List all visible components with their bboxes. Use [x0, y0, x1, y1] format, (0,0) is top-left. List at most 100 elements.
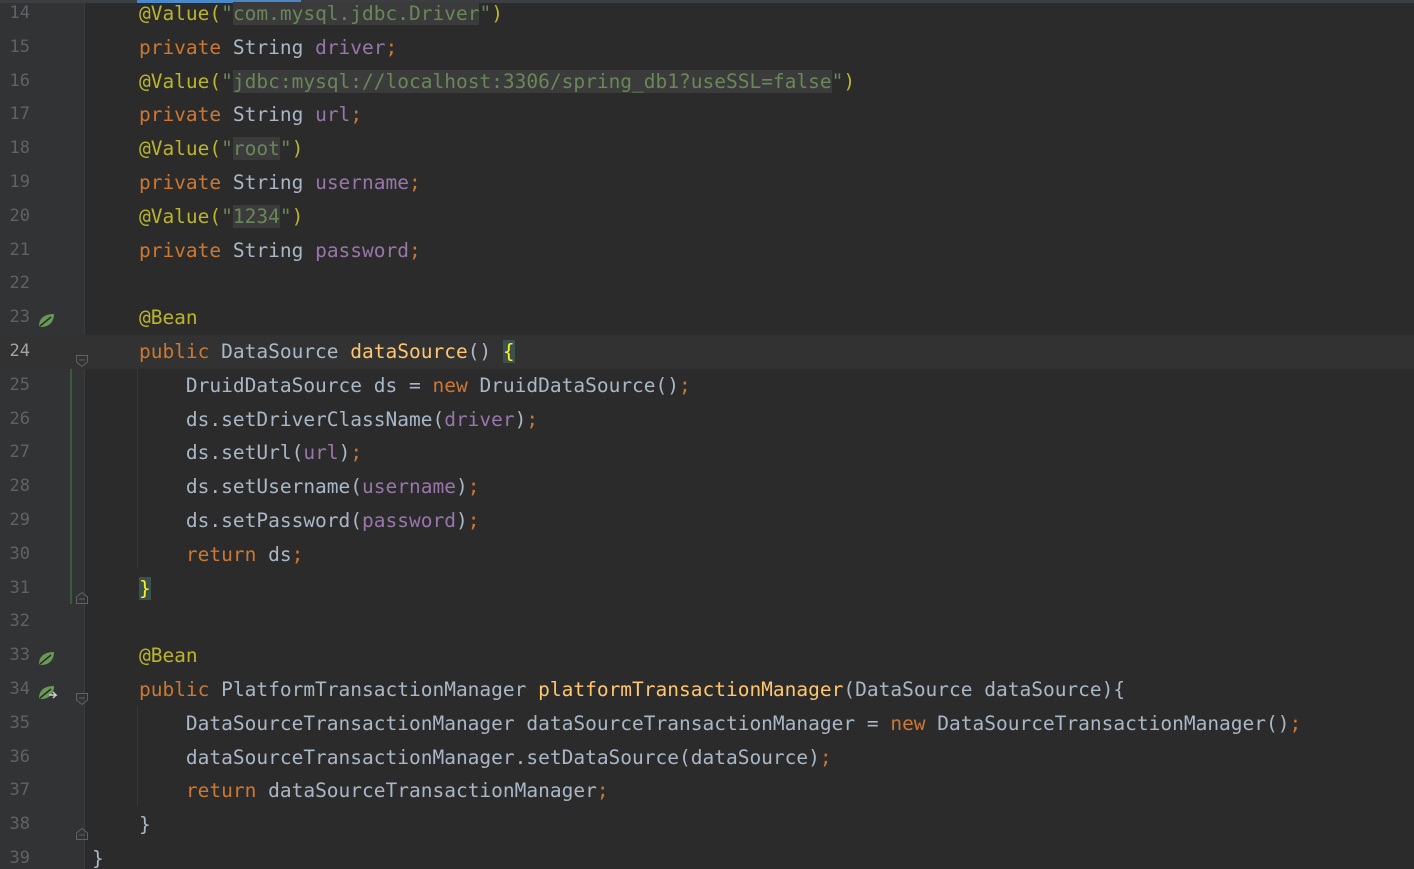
code-token: new: [890, 711, 938, 735]
code-token: private: [92, 170, 233, 194]
code-line[interactable]: 28 ds.setUsername(username);: [0, 470, 1414, 504]
line-number: 24: [9, 340, 30, 361]
code-line[interactable]: 33 @Bean: [0, 639, 1414, 673]
code-line[interactable]: 21 private String password;: [0, 234, 1414, 268]
code-line[interactable]: 16 @Value("jdbc:mysql://localhost:3306/s…: [0, 65, 1414, 99]
code-text[interactable]: return dataSourceTransactionManager;: [92, 774, 609, 808]
code-line[interactable]: 20 @Value("1234"): [0, 200, 1414, 234]
code-text[interactable]: }: [92, 572, 151, 606]
code-token: ds.setPassword(: [92, 508, 363, 532]
code-text[interactable]: @Value("1234"): [92, 200, 303, 234]
code-line[interactable]: 19 private String username;: [0, 166, 1414, 200]
code-line[interactable]: 38 }: [0, 808, 1414, 842]
fold-end-icon[interactable]: [75, 818, 89, 841]
code-line[interactable]: 23 @Bean: [0, 301, 1414, 335]
code-line[interactable]: 22: [0, 267, 1414, 301]
code-line[interactable]: 25 DruidDataSource ds = new DruidDataSou…: [0, 369, 1414, 403]
code-token: ": [279, 204, 292, 228]
code-token: driver: [444, 407, 515, 431]
code-text[interactable]: private String url;: [92, 98, 362, 132]
code-token: ds.setUsername(: [92, 475, 363, 499]
line-number: 35: [9, 712, 30, 733]
code-text[interactable]: DruidDataSource ds = new DruidDataSource…: [92, 369, 691, 403]
code-text[interactable]: DataSourceTransactionManager dataSourceT…: [92, 707, 1301, 741]
spring-bean-icon[interactable]: [36, 646, 58, 666]
code-text[interactable]: return ds;: [92, 538, 303, 572]
code-token: @Value(: [92, 137, 222, 161]
code-token: ": [221, 69, 233, 93]
code-line[interactable]: 31 }: [0, 572, 1414, 606]
code-token: ): [291, 137, 304, 161]
line-number: 27: [9, 442, 30, 463]
code-line[interactable]: 39}: [0, 842, 1414, 869]
code-token: }: [138, 576, 151, 600]
code-line[interactable]: 24 public DataSource dataSource() {: [0, 334, 1414, 369]
code-text[interactable]: @Value("jdbc:mysql://localhost:3306/spri…: [92, 65, 855, 99]
code-text[interactable]: private String driver;: [92, 31, 397, 65]
code-line[interactable]: 15 private String driver;: [0, 31, 1414, 65]
code-token: ): [514, 407, 527, 431]
code-token: }: [92, 846, 104, 869]
code-token: url: [303, 441, 339, 465]
spring-bean-icon[interactable]: [36, 308, 58, 328]
code-line[interactable]: 14 @Value("com.mysql.jdbc.Driver"): [0, 0, 1414, 31]
line-number: 15: [9, 36, 30, 57]
code-token: ): [338, 441, 351, 465]
code-text[interactable]: public DataSource dataSource() {: [92, 335, 515, 369]
code-lines[interactable]: 14 @Value("com.mysql.jdbc.Driver") 15 pri…: [0, 0, 1414, 869]
code-token: password: [315, 238, 409, 262]
line-number: 30: [9, 543, 30, 564]
line-number: 20: [9, 205, 30, 226]
code-line[interactable]: 32: [0, 605, 1414, 639]
line-number: 25: [9, 374, 30, 395]
code-token: jdbc:mysql://localhost:3306/spring_db1?u…: [232, 69, 832, 93]
fold-end-icon[interactable]: [75, 582, 89, 604]
fold-collapse-icon[interactable]: [75, 345, 89, 368]
code-token: @Value(: [92, 69, 222, 93]
code-line[interactable]: 27 ds.setUrl(url);: [0, 436, 1414, 470]
code-line[interactable]: 18 @Value("root"): [0, 132, 1414, 166]
code-text[interactable]: @Value("root"): [92, 132, 303, 166]
code-text[interactable]: dataSourceTransactionManager.setDataSour…: [92, 741, 832, 775]
code-line[interactable]: 26 ds.setDriverClassName(driver);: [0, 403, 1414, 437]
code-text[interactable]: @Value("com.mysql.jdbc.Driver"): [92, 0, 503, 31]
code-token: ): [843, 69, 856, 93]
code-text[interactable]: }: [92, 842, 104, 869]
code-text[interactable]: ds.setUrl(url);: [92, 436, 362, 470]
code-token: ;: [679, 373, 691, 397]
code-token: ;: [350, 103, 363, 127]
code-line[interactable]: 36 dataSourceTransactionManager.setDataS…: [0, 741, 1414, 775]
code-text[interactable]: @Bean: [92, 301, 198, 335]
code-token: ;: [526, 407, 539, 431]
code-token: root: [232, 137, 280, 161]
code-token: ds.setUrl(: [92, 441, 304, 465]
code-text[interactable]: ds.setDriverClassName(driver);: [92, 403, 538, 437]
code-token: DataSourceTransactionManager(): [937, 711, 1290, 735]
code-token: dataSourceTransactionManager.setDataSour…: [92, 745, 820, 769]
code-token: ;: [467, 475, 480, 499]
line-number: 31: [9, 577, 30, 598]
fold-collapse-icon[interactable]: [75, 683, 89, 706]
code-text[interactable]: private String password;: [92, 234, 421, 268]
code-line[interactable]: 35 DataSourceTransactionManager dataSour…: [0, 707, 1414, 741]
code-token: ": [221, 204, 233, 228]
code-text[interactable]: public PlatformTransactionManager platfo…: [92, 673, 1125, 707]
spring-bean-navigate-icon[interactable]: [36, 680, 58, 700]
code-text[interactable]: ds.setPassword(password);: [92, 504, 480, 538]
code-text[interactable]: private String username;: [92, 166, 421, 200]
line-number: 32: [9, 611, 30, 632]
code-text[interactable]: @Bean: [92, 639, 198, 673]
code-line[interactable]: 29 ds.setPassword(password);: [0, 504, 1414, 538]
code-text[interactable]: }: [92, 808, 151, 842]
line-number: 33: [9, 645, 30, 666]
code-line[interactable]: 34 public PlatformTransactionManager pla…: [0, 673, 1414, 707]
code-token: String: [232, 103, 316, 127]
code-token: String: [232, 170, 316, 194]
code-line[interactable]: 37 return dataSourceTransactionManager;: [0, 774, 1414, 808]
code-editor[interactable]: 14 @Value("com.mysql.jdbc.Driver") 15 pri…: [0, 0, 1414, 869]
code-line[interactable]: 17 private String url;: [0, 98, 1414, 132]
code-line[interactable]: 30 return ds;: [0, 538, 1414, 572]
code-token: (DataSource dataSource){: [843, 677, 1126, 701]
code-text[interactable]: ds.setUsername(username);: [92, 470, 480, 504]
code-token: ;: [1289, 711, 1302, 735]
